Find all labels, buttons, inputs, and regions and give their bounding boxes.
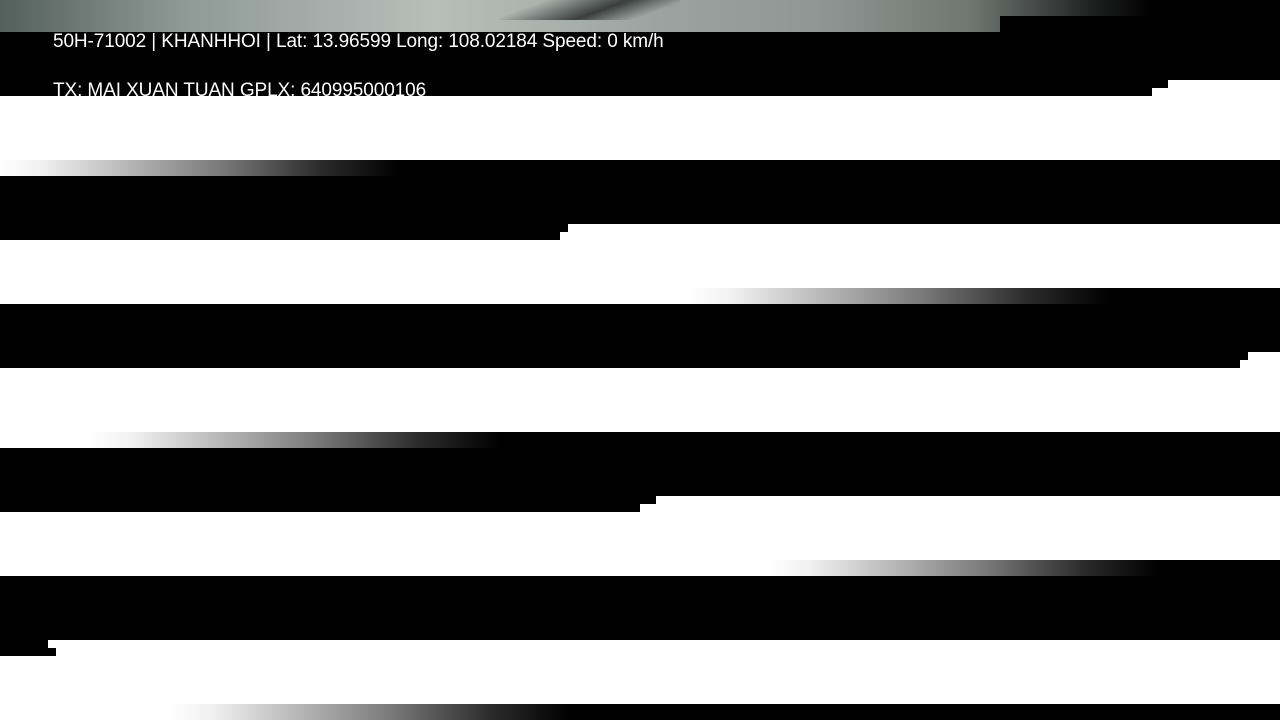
- band-black-5: [0, 576, 1280, 640]
- band-white-5: [0, 640, 1280, 704]
- band-step: [1110, 288, 1280, 304]
- band-gradient: [90, 432, 500, 448]
- camera-image-dark-edge: [1000, 16, 1280, 32]
- band-step: [1240, 360, 1248, 368]
- band-step: [640, 504, 656, 512]
- band-step: [48, 640, 56, 648]
- band-step: [1152, 88, 1168, 96]
- band-step: [560, 232, 568, 240]
- video-frame: 50H-71002 | KHANHHOI | Lat: 13.96599 Lon…: [0, 0, 1280, 720]
- band-gradient: [0, 160, 400, 176]
- band-white-1: [0, 96, 1280, 160]
- band-step: [568, 224, 1280, 240]
- band-step: [0, 432, 90, 448]
- band-black-3: [0, 304, 1280, 368]
- band-white-3: [0, 368, 1280, 432]
- band-step: [656, 496, 1280, 512]
- band-step: [1160, 560, 1280, 576]
- driver-info-overlay: TX: MAI XUAN TUAN GPLX: 640995000106: [53, 80, 427, 96]
- band-step: [1168, 80, 1280, 96]
- band-step: [1248, 352, 1280, 368]
- camera-image-strip: [0, 0, 1280, 32]
- band-gradient: [170, 704, 570, 720]
- band-gradient: [770, 560, 1160, 576]
- band-step: [0, 704, 170, 720]
- band-gradient: [690, 288, 1110, 304]
- camera-image-streak: [500, 0, 680, 20]
- vehicle-info-overlay: 50H-71002 | KHANHHOI | Lat: 13.96599 Lon…: [53, 31, 664, 52]
